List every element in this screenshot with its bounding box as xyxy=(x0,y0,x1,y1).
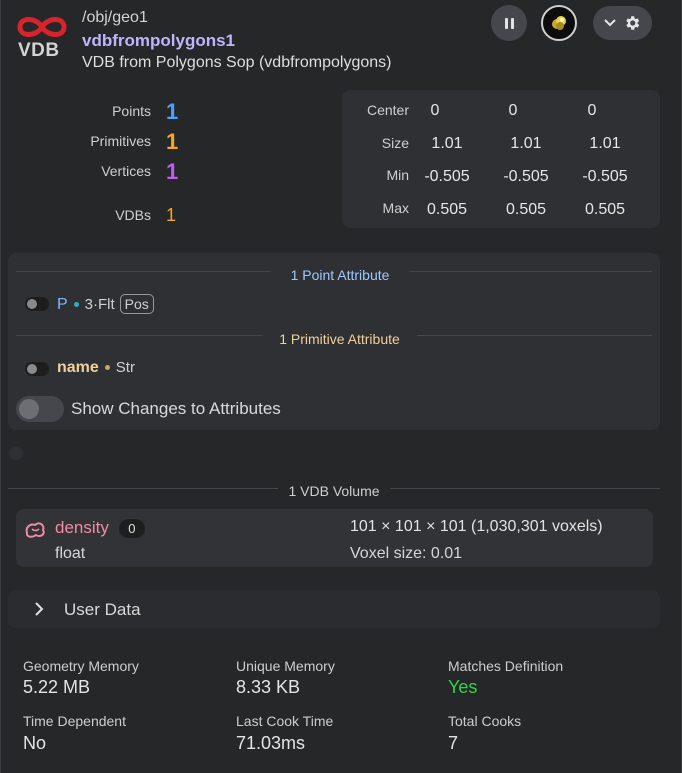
cook-status-icon xyxy=(552,16,566,30)
bbox-size-z: 1.01 xyxy=(589,135,621,152)
primitives-label: Primitives xyxy=(90,133,151,149)
points-value: 1 xyxy=(166,99,179,124)
matches-definition-value: Yes xyxy=(448,677,478,697)
point-attr-toggle[interactable] xyxy=(25,297,49,311)
node-name[interactable]: vdbfrompolygons1 xyxy=(82,31,235,51)
divider xyxy=(410,271,652,272)
vdbs-value: 1 xyxy=(166,205,177,225)
bbox-min-x: -0.505 xyxy=(424,168,470,185)
attributes-panel: 1 Point Attribute P 3·Flt Pos 1 Primitive … xyxy=(8,253,660,430)
last-cook-time-value: 71.03ms xyxy=(236,733,306,753)
vdb-voxel-size: Voxel size: 0.01 xyxy=(350,545,463,562)
vdb-name-row: density 0 xyxy=(55,518,145,538)
vdb-volume-title: 1 VDB Volume xyxy=(288,483,380,499)
time-dependent-label: Time Dependent xyxy=(23,713,126,729)
point-attr-tag: Pos xyxy=(119,294,154,314)
vdbs-label: VDBs xyxy=(115,207,151,223)
primitive-attributes-title: 1 Primitive Attribute xyxy=(279,331,400,347)
bbox-size-label: Size xyxy=(381,135,409,151)
prim-attr-type: Str xyxy=(115,359,135,376)
pause-icon xyxy=(503,17,515,29)
last-cook-time-label: Last Cook Time xyxy=(236,713,334,729)
bbox-max-y: 0.505 xyxy=(505,201,547,218)
dot-icon xyxy=(73,302,79,308)
vdb-name: density xyxy=(55,518,109,537)
vdb-volume-card[interactable]: density 0 float 101 × 101 × 101 (1,030,30… xyxy=(16,509,653,567)
geometry-memory-label: Geometry Memory xyxy=(23,658,139,674)
logo-text: VDB xyxy=(18,40,60,61)
points-label: Points xyxy=(112,103,151,119)
bbox-center-y: 0 xyxy=(508,102,518,119)
divider xyxy=(417,335,652,336)
cook-status-button[interactable] xyxy=(541,5,577,41)
bbox-min-label: Min xyxy=(386,167,409,183)
bbox-min-y: -0.505 xyxy=(503,168,549,185)
time-dependent-value: No xyxy=(23,733,47,753)
bbox-center-z: 0 xyxy=(587,102,597,119)
vertices-value: 1 xyxy=(166,159,179,184)
matches-definition-label: Matches Definition xyxy=(448,658,564,674)
bbox-max-label: Max xyxy=(382,200,409,216)
prim-attr-row[interactable]: name Str xyxy=(57,359,135,377)
bbox-max-z: 0.505 xyxy=(584,201,626,218)
total-cooks-value: 7 xyxy=(448,733,459,753)
point-attributes-title: 1 Point Attribute xyxy=(290,267,390,283)
divider xyxy=(16,271,270,272)
volume-icon xyxy=(25,522,45,538)
vertices-label: Vertices xyxy=(101,163,151,179)
pause-button[interactable] xyxy=(491,5,527,41)
bbox-size-y: 1.01 xyxy=(510,135,542,152)
geometry-memory-value: 5.22 MB xyxy=(23,677,91,697)
divider xyxy=(16,335,262,336)
point-attr-type: 3·Flt xyxy=(84,296,115,313)
divider xyxy=(390,488,660,489)
bbox-max-x: 0.505 xyxy=(426,201,468,218)
vdb-index-badge: 0 xyxy=(118,519,145,538)
vdb-data-type: float xyxy=(55,545,86,562)
group-indicator xyxy=(9,446,23,460)
vdb-resolution: 101 × 101 × 101 (1,030,301 voxels) xyxy=(350,518,603,535)
dot-icon xyxy=(104,365,110,371)
gear-icon xyxy=(626,16,639,30)
show-changes-toggle[interactable] xyxy=(16,396,64,422)
node-path[interactable]: /obj/geo1 xyxy=(82,9,148,27)
user-data-label: User Data xyxy=(64,600,141,619)
point-attr-name: P xyxy=(57,296,68,313)
prim-attr-toggle[interactable] xyxy=(25,362,49,376)
unique-memory-label: Unique Memory xyxy=(236,658,335,674)
chevron-down-icon xyxy=(604,19,616,27)
prim-attr-name: name xyxy=(57,359,99,376)
primitives-value: 1 xyxy=(166,129,179,154)
bounding-box-panel: Center 0 0 0 Size 1.01 1.01 1.01 Min -0.… xyxy=(342,90,660,228)
show-changes-label: Show Changes to Attributes xyxy=(71,399,281,418)
bbox-min-z: -0.505 xyxy=(582,168,628,185)
bbox-size-x: 1.01 xyxy=(431,135,463,152)
total-cooks-label: Total Cooks xyxy=(448,713,522,729)
unique-memory-value: 8.33 KB xyxy=(236,677,301,697)
user-data-section[interactable]: User Data xyxy=(8,590,660,628)
settings-menu-button[interactable] xyxy=(593,6,652,40)
node-type: VDB from Polygons Sop (vdbfrompolygons) xyxy=(82,54,392,71)
chevron-right-icon xyxy=(35,602,44,616)
bbox-center-x: 0 xyxy=(430,102,440,119)
divider xyxy=(8,488,278,489)
point-attr-row[interactable]: P 3·Flt Pos xyxy=(57,294,154,314)
